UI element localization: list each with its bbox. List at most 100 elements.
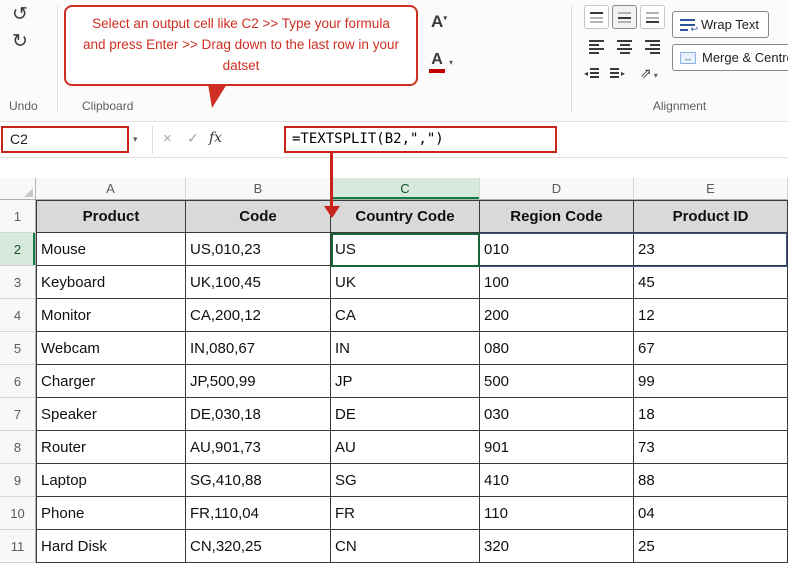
- cell-C1[interactable]: Country Code: [331, 200, 480, 233]
- column-header-C[interactable]: C: [331, 178, 480, 200]
- row-header-11[interactable]: 11: [0, 530, 36, 563]
- cell-D5[interactable]: 080: [480, 332, 634, 365]
- row-header-7[interactable]: 7: [0, 398, 36, 431]
- cancel-icon[interactable]: ×: [163, 130, 172, 147]
- cell-B5[interactable]: IN,080,67: [186, 332, 331, 365]
- cell-A10[interactable]: Phone: [36, 497, 186, 530]
- cell-A2[interactable]: Mouse: [36, 233, 186, 266]
- merge-centre-button[interactable]: ↔ Merge & Centre: [672, 44, 788, 71]
- cell-D7[interactable]: 030: [480, 398, 634, 431]
- clipboard-group-label: Clipboard: [82, 99, 133, 113]
- row-header-9[interactable]: 9: [0, 464, 36, 497]
- cell-C5[interactable]: IN: [331, 332, 480, 365]
- cell-B4[interactable]: CA,200,12: [186, 299, 331, 332]
- cell-E6[interactable]: 99: [634, 365, 788, 398]
- name-box[interactable]: C2: [10, 131, 28, 147]
- wrap-text-button[interactable]: ↩ Wrap Text: [672, 11, 769, 38]
- cell-E7[interactable]: 18: [634, 398, 788, 431]
- decrease-indent-button[interactable]: ◂: [584, 68, 599, 78]
- cell-B3[interactable]: UK,100,45: [186, 266, 331, 299]
- cell-B9[interactable]: SG,410,88: [186, 464, 331, 497]
- cell-C11[interactable]: CN: [331, 530, 480, 563]
- cell-D3[interactable]: 100: [480, 266, 634, 299]
- column-header-B[interactable]: B: [186, 178, 331, 200]
- cell-B1[interactable]: Code: [186, 200, 331, 233]
- formula-input[interactable]: =TEXTSPLIT(B2,","): [292, 131, 444, 147]
- cell-C6[interactable]: JP: [331, 365, 480, 398]
- font-color-dropdown-icon[interactable]: ▾: [449, 58, 453, 67]
- redo-button[interactable]: ↻: [12, 32, 28, 51]
- row-header-6[interactable]: 6: [0, 365, 36, 398]
- sheet-grid: ABCDE1ProductCodeCountry CodeRegion Code…: [0, 178, 788, 563]
- cell-E5[interactable]: 67: [634, 332, 788, 365]
- grow-font-button[interactable]: A▾: [431, 12, 447, 32]
- cell-C2[interactable]: US: [331, 233, 480, 266]
- row-header-4[interactable]: 4: [0, 299, 36, 332]
- row-header-5[interactable]: 5: [0, 332, 36, 365]
- cell-A7[interactable]: Speaker: [36, 398, 186, 431]
- cell-E2[interactable]: 23: [634, 233, 788, 266]
- cell-A1[interactable]: Product: [36, 200, 186, 233]
- cell-C10[interactable]: FR: [331, 497, 480, 530]
- cell-E1[interactable]: Product ID: [634, 200, 788, 233]
- cell-E10[interactable]: 04: [634, 497, 788, 530]
- cell-D9[interactable]: 410: [480, 464, 634, 497]
- align-middle-button[interactable]: [612, 5, 637, 29]
- undo-group-label: Undo: [9, 99, 38, 113]
- cell-C9[interactable]: SG: [331, 464, 480, 497]
- cell-A4[interactable]: Monitor: [36, 299, 186, 332]
- align-bottom-button[interactable]: [640, 5, 665, 29]
- cell-C4[interactable]: CA: [331, 299, 480, 332]
- align-top-button[interactable]: [584, 5, 609, 29]
- font-color-icon: A: [429, 52, 445, 73]
- orientation-button[interactable]: ⇗▾: [640, 65, 658, 82]
- align-right-button[interactable]: [645, 40, 660, 54]
- row-header-8[interactable]: 8: [0, 431, 36, 464]
- row-header-2[interactable]: 2: [0, 233, 36, 266]
- cell-A8[interactable]: Router: [36, 431, 186, 464]
- insert-function-icon[interactable]: fx: [209, 130, 222, 146]
- cell-D8[interactable]: 901: [480, 431, 634, 464]
- cell-D11[interactable]: 320: [480, 530, 634, 563]
- cell-D2[interactable]: 010: [480, 233, 634, 266]
- cell-A9[interactable]: Laptop: [36, 464, 186, 497]
- cell-A6[interactable]: Charger: [36, 365, 186, 398]
- row-header-3[interactable]: 3: [0, 266, 36, 299]
- font-color-button[interactable]: A ▾: [429, 52, 453, 73]
- column-header-D[interactable]: D: [480, 178, 634, 200]
- cell-E11[interactable]: 25: [634, 530, 788, 563]
- cell-B10[interactable]: FR,110,04: [186, 497, 331, 530]
- align-left-button[interactable]: [589, 40, 604, 54]
- cell-D1[interactable]: Region Code: [480, 200, 634, 233]
- name-box-dropdown-icon[interactable]: ▾: [133, 134, 138, 145]
- column-header-E[interactable]: E: [634, 178, 788, 200]
- column-header-A[interactable]: A: [36, 178, 186, 200]
- cell-D10[interactable]: 110: [480, 497, 634, 530]
- cell-D6[interactable]: 500: [480, 365, 634, 398]
- indent-left-arrow-icon: ◂: [584, 69, 588, 78]
- cell-E9[interactable]: 88: [634, 464, 788, 497]
- align-center-button[interactable]: [617, 40, 632, 54]
- row-header-10[interactable]: 10: [0, 497, 36, 530]
- enter-icon[interactable]: ✓: [187, 130, 199, 147]
- cell-D4[interactable]: 200: [480, 299, 634, 332]
- cell-A3[interactable]: Keyboard: [36, 266, 186, 299]
- row-header-1[interactable]: 1: [0, 200, 36, 233]
- cell-A11[interactable]: Hard Disk: [36, 530, 186, 563]
- cell-E3[interactable]: 45: [634, 266, 788, 299]
- cell-E4[interactable]: 12: [634, 299, 788, 332]
- cell-E8[interactable]: 73: [634, 431, 788, 464]
- annotation-callout: Select an output cell like C2 >> Type yo…: [64, 5, 418, 86]
- cell-B11[interactable]: CN,320,25: [186, 530, 331, 563]
- cell-C8[interactable]: AU: [331, 431, 480, 464]
- select-all-button[interactable]: [0, 178, 36, 200]
- cell-B2[interactable]: US,010,23: [186, 233, 331, 266]
- cell-C3[interactable]: UK: [331, 266, 480, 299]
- cell-C7[interactable]: DE: [331, 398, 480, 431]
- cell-B7[interactable]: DE,030,18: [186, 398, 331, 431]
- undo-button[interactable]: ↺: [12, 5, 28, 24]
- cell-A5[interactable]: Webcam: [36, 332, 186, 365]
- cell-B6[interactable]: JP,500,99: [186, 365, 331, 398]
- increase-indent-button[interactable]: ▸: [610, 68, 625, 78]
- cell-B8[interactable]: AU,901,73: [186, 431, 331, 464]
